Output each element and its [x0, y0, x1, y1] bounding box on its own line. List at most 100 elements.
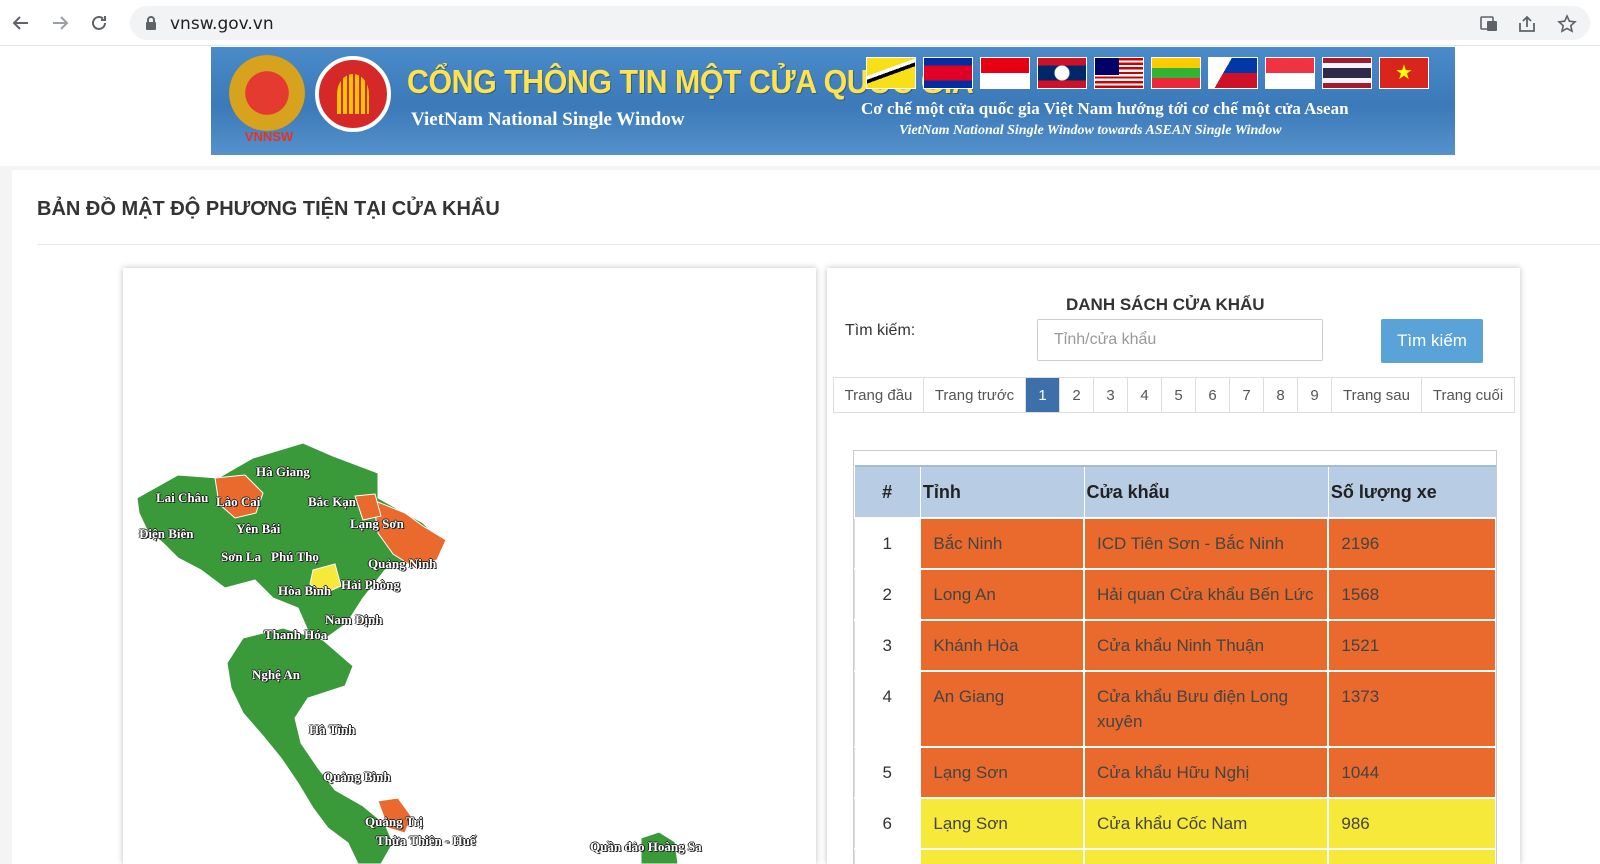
flag-myanmar-icon: [1151, 57, 1201, 89]
row-number: 4: [854, 670, 922, 748]
flag-singapore-icon: [1265, 57, 1315, 89]
page-2-button[interactable]: 2: [1060, 378, 1094, 412]
table-row[interactable]: 4 An Giang Cửa khẩu Bưu điện Long xuyên 137…: [854, 670, 1496, 748]
flag-vietnam-icon: ★: [1379, 57, 1429, 89]
vietnam-density-map[interactable]: [123, 268, 816, 864]
vnnsw-logo-text: VNNSW: [244, 129, 294, 144]
flag-cambodia-icon: [923, 57, 973, 89]
page-3-button[interactable]: 3: [1094, 378, 1128, 412]
page-next-button[interactable]: Trang sau: [1332, 378, 1422, 412]
banner-tagline-en: VietNam National Single Window towards A…: [899, 123, 1282, 138]
table-row[interactable]: 6 Lạng Sơn Cửa khẩu Cốc Nam 986: [854, 797, 1496, 850]
column-header-vehicles[interactable]: Số lượng xe: [1328, 465, 1496, 518]
browser-toolbar: vnsw.gov.vn: [0, 0, 1600, 46]
column-header-gate[interactable]: Cửa khẩu: [1084, 465, 1329, 518]
row-vehicle-count: 906: [1327, 848, 1496, 864]
gate-table: # Tỉnh Cửa khẩu Số lượng xe 1 Bắc Ninh ICD…: [854, 465, 1496, 864]
page-first-button[interactable]: Trang đầu: [834, 378, 924, 412]
national-emblem-icon: [229, 55, 305, 131]
share-icon[interactable]: [1516, 13, 1538, 35]
bookmark-star-icon[interactable]: [1556, 13, 1578, 35]
page-7-button[interactable]: 7: [1230, 378, 1264, 412]
flag-malaysia-icon: [1094, 57, 1144, 89]
map-label-thua-thien-hue: Thừa Thiên - Huế: [376, 833, 476, 848]
row-number: 5: [854, 746, 922, 799]
map-label-quang-binh: Quảng Bình: [323, 769, 391, 784]
row-province: Bắc Ninh: [919, 517, 1086, 570]
page-prev-button[interactable]: Trang trước: [924, 378, 1026, 412]
lock-icon: [146, 16, 156, 30]
list-title: DANH SÁCH CỬA KHẨU: [1066, 295, 1265, 314]
row-vehicle-count: 986: [1327, 797, 1496, 850]
flag-philippines-icon: [1208, 57, 1258, 89]
row-vehicle-count: 1568: [1327, 568, 1496, 621]
page-title: BẢN ĐỒ MẬT ĐỘ PHƯƠNG TIỆN TẠI CỬA KHẨU: [37, 198, 500, 220]
banner-tagline-vi: Cơ chế một cửa quốc gia Việt Nam hướng t…: [861, 99, 1349, 118]
map-label-nghe-an: Nghệ An: [252, 667, 301, 682]
table-row[interactable]: 7Hà NộiGa Yên Viên906: [854, 848, 1496, 864]
row-number: 7: [854, 848, 922, 864]
row-province: Hà Nội: [919, 848, 1086, 864]
gate-table-container: # Tỉnh Cửa khẩu Số lượng xe 1 Bắc Ninh ICD…: [853, 450, 1497, 864]
row-gate: Cửa khẩu Hữu Nghị: [1083, 746, 1330, 799]
flag-thailand-icon: [1322, 57, 1372, 89]
row-number: 1: [854, 517, 922, 570]
row-vehicle-count: 1044: [1327, 746, 1496, 799]
asean-logo-icon: [315, 56, 391, 132]
reload-button[interactable]: [84, 8, 114, 38]
row-gate: Cửa khẩu Bưu điện Long xuyên: [1083, 670, 1330, 748]
forward-button[interactable]: [45, 8, 75, 38]
row-gate: Hải quan Cửa khẩu Bến Lức: [1083, 568, 1330, 621]
map-label-lang-son: Lạng Sơn: [350, 516, 404, 531]
table-header-row: # Tỉnh Cửa khẩu Số lượng xe: [854, 465, 1496, 518]
row-gate: Cửa khẩu Cốc Nam: [1083, 797, 1330, 850]
row-number: 6: [854, 797, 922, 850]
column-header-province[interactable]: Tỉnh: [920, 465, 1085, 518]
page-6-button[interactable]: 6: [1196, 378, 1230, 412]
map-label-dien-bien: Điện Biên: [139, 526, 194, 541]
back-arrow-icon: [12, 16, 28, 30]
table-row[interactable]: 3 Khánh Hòa Cửa khẩu Ninh Thuận 1521: [854, 619, 1496, 672]
row-province: Lạng Sơn: [919, 746, 1086, 799]
map-label-hai-phong: Hải Phòng: [341, 577, 400, 592]
row-gate: Cửa khẩu Ninh Thuận: [1083, 619, 1330, 672]
page-4-button[interactable]: 4: [1128, 378, 1162, 412]
map-label-hoa-binh: Hòa Bình: [278, 583, 332, 598]
map-label-phu-tho: Phú Thọ: [271, 549, 319, 564]
map-label-ha-giang: Hà Giang: [256, 464, 310, 479]
row-gate: ICD Tiên Sơn - Bắc Ninh: [1083, 517, 1330, 570]
page-last-button[interactable]: Trang cuối: [1422, 378, 1514, 412]
table-row[interactable]: 2 Long An Hải quan Cửa khẩu Bến Lức 1568: [854, 568, 1496, 621]
url-text: vnsw.gov.vn: [170, 14, 274, 34]
search-input[interactable]: [1037, 319, 1323, 361]
back-button[interactable]: [6, 8, 36, 38]
density-map-panel[interactable]: Hà Giang Lai Châu Lào Cai Bắc Kạn Yên Bá…: [123, 268, 816, 864]
column-header-number[interactable]: #: [854, 465, 921, 518]
banner-subtitle: VietNam National Single Window: [411, 109, 685, 130]
address-bar[interactable]: vnsw.gov.vn: [130, 6, 1590, 40]
search-button[interactable]: Tìm kiếm: [1381, 319, 1483, 363]
search-label: Tìm kiếm:: [845, 322, 916, 339]
row-number: 3: [854, 619, 922, 672]
row-province: Lạng Sơn: [919, 797, 1086, 850]
row-number: 2: [854, 568, 922, 621]
portal-banner[interactable]: VNNSW CỔNG THÔNG TIN MỘT CỬA QUỐC GIA Vi…: [211, 47, 1455, 155]
translate-icon[interactable]: [1478, 13, 1500, 35]
page-1-button[interactable]: 1: [1026, 378, 1060, 412]
table-row[interactable]: 1 Bắc Ninh ICD Tiên Sơn - Bắc Ninh 2196: [854, 517, 1496, 570]
pagination: Trang đầu Trang trước 1 2 3 4 5 6 7 8 9 …: [833, 377, 1515, 413]
map-label-bac-kan: Bắc Kạn: [308, 494, 357, 509]
page-8-button[interactable]: 8: [1264, 378, 1298, 412]
reload-icon: [92, 15, 106, 30]
page-5-button[interactable]: 5: [1162, 378, 1196, 412]
row-province: Long An: [919, 568, 1086, 621]
table-row[interactable]: 5 Lạng Sơn Cửa khẩu Hữu Nghị 1044: [854, 746, 1496, 799]
page-9-button[interactable]: 9: [1298, 378, 1332, 412]
map-label-ha-tinh: Hà Tĩnh: [309, 722, 356, 737]
row-vehicle-count: 1521: [1327, 619, 1496, 672]
flag-brunei-icon: [866, 57, 916, 89]
flag-indonesia-icon: [980, 57, 1030, 89]
map-label-quang-ninh: Quảng Ninh: [368, 556, 437, 571]
map-label-lao-cai: Lào Cai: [216, 494, 261, 509]
forward-arrow-icon: [53, 16, 69, 30]
